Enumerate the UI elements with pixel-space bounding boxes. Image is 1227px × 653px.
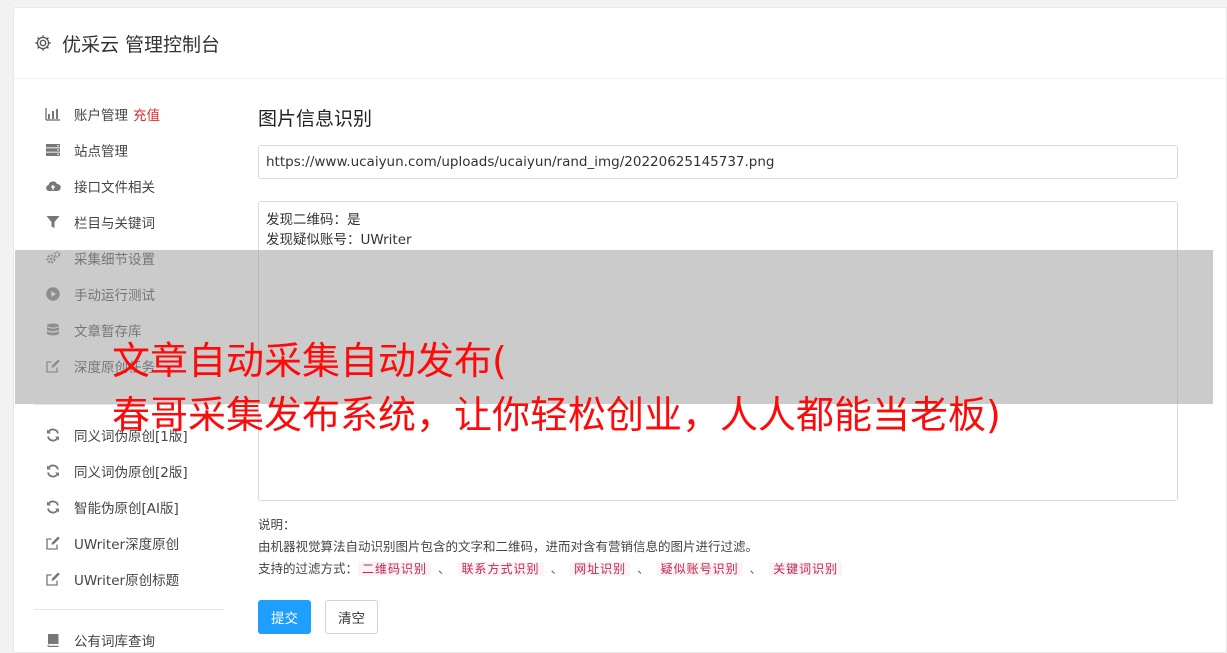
sidebar-item-label: 账户管理 bbox=[74, 108, 128, 124]
edit-icon bbox=[44, 535, 62, 551]
sidebar-item[interactable]: UWriter深度原创 bbox=[34, 525, 224, 561]
sidebar-item[interactable]: 栏目与关键词 bbox=[34, 204, 224, 240]
tag-separator: 、 bbox=[637, 561, 650, 576]
page-header-title: 优采云 管理控制台 bbox=[62, 33, 221, 56]
image-url-input[interactable] bbox=[258, 145, 1178, 179]
tag-separator: 、 bbox=[550, 561, 564, 576]
overlay-line-2: 春哥采集发布系统，让你轻松创业，人人都能当老板) bbox=[112, 393, 1001, 437]
sidebar-item[interactable]: UWriter原创标题 bbox=[34, 561, 224, 597]
filter-label: 支持的过滤方式： bbox=[258, 561, 359, 576]
button-row: 提交 清空 bbox=[258, 600, 1178, 634]
refresh-icon bbox=[44, 427, 62, 443]
server-icon bbox=[44, 142, 62, 158]
sidebar-item-label: 同义词伪原创[2版] bbox=[74, 465, 188, 481]
desc-text: 由机器视觉算法自动识别图片包含的文字和二维码，进而对含有营销信息的图片进行过滤。 bbox=[258, 539, 759, 554]
cloud-upload-icon bbox=[44, 178, 62, 194]
filter-tag: 网址识别 bbox=[570, 562, 631, 576]
sidebar-item-label: 栏目与关键词 bbox=[74, 216, 155, 232]
sidebar-item[interactable]: 公有词库查询 bbox=[34, 622, 224, 653]
sidebar-item[interactable]: 接口文件相关 bbox=[34, 168, 224, 204]
filter-tag: 关键词识别 bbox=[769, 562, 843, 576]
bar-chart-icon bbox=[44, 106, 62, 122]
filter-tag: 联系方式识别 bbox=[457, 562, 544, 576]
filter-methods: 支持的过滤方式： 二维码识别、联系方式识别、网址识别、疑似账号识别、关键词识别 bbox=[258, 558, 1178, 580]
sidebar-item-label: 智能伪原创[AI版] bbox=[74, 501, 179, 517]
desc-label: 说明： bbox=[258, 517, 296, 532]
book-icon bbox=[44, 632, 62, 648]
tag-separator: 、 bbox=[438, 561, 451, 576]
filter-tag: 疑似账号识别 bbox=[656, 562, 743, 576]
refresh-icon bbox=[44, 463, 62, 479]
sidebar-item[interactable]: 账户管理 充值 bbox=[34, 96, 224, 132]
sidebar-item-label: UWriter原创标题 bbox=[74, 573, 180, 589]
sidebar-item[interactable]: 智能伪原创[AI版] bbox=[34, 489, 224, 525]
refresh-icon bbox=[44, 499, 62, 515]
sidebar-item-label: 接口文件相关 bbox=[74, 180, 155, 196]
sidebar-divider bbox=[34, 609, 224, 610]
recharge-link[interactable]: 充值 bbox=[133, 104, 160, 124]
header: 优采云 管理控制台 bbox=[14, 8, 1226, 79]
description: 说明： 由机器视觉算法自动识别图片包含的文字和二维码，进而对含有营销信息的图片进… bbox=[258, 514, 1178, 580]
filter-tag: 二维码识别 bbox=[358, 562, 432, 576]
result-line: 发现二维码：是 bbox=[266, 212, 361, 228]
tag-separator: 、 bbox=[749, 561, 763, 576]
sidebar-item[interactable]: 同义词伪原创[2版] bbox=[34, 453, 224, 489]
sidebar-item-label: UWriter深度原创 bbox=[74, 537, 180, 553]
sidebar-item[interactable]: 站点管理 bbox=[34, 132, 224, 168]
result-line: 发现疑似账号：UWriter bbox=[266, 232, 412, 248]
clear-button[interactable]: 清空 bbox=[325, 600, 378, 634]
sidebar-item-label: 公有词库查询 bbox=[74, 634, 155, 650]
overlay-caption: 文章自动采集自动发布( 春哥采集发布系统，让你轻松创业，人人都能当老板) bbox=[112, 334, 1001, 442]
overlay-line-1: 文章自动采集自动发布( bbox=[112, 339, 507, 383]
page-title: 图片信息识别 bbox=[258, 108, 373, 130]
sidebar-item-label: 站点管理 bbox=[74, 144, 128, 160]
edit-icon bbox=[44, 571, 62, 587]
gear-icon bbox=[34, 34, 52, 52]
filter-icon bbox=[44, 214, 62, 230]
submit-button[interactable]: 提交 bbox=[258, 600, 311, 634]
